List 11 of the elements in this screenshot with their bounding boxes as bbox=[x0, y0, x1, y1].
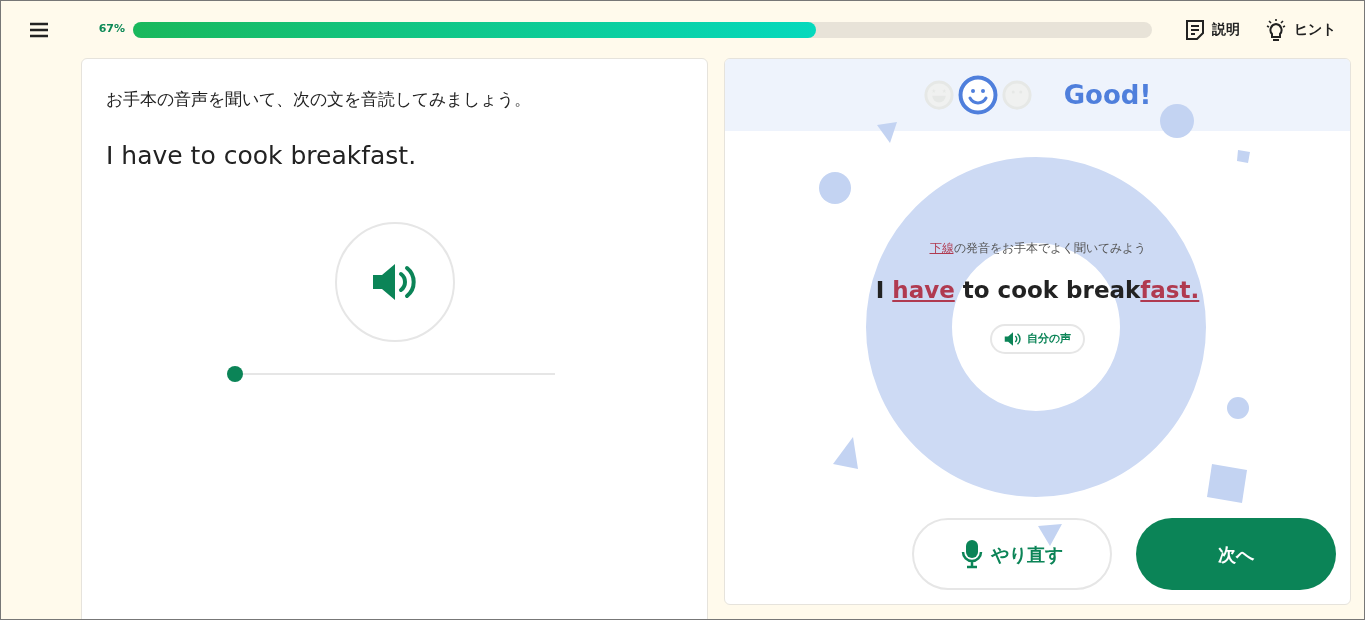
sentence-text: I have to cook breakfast. bbox=[106, 139, 418, 172]
own-voice-button[interactable]: 自分の声 bbox=[990, 323, 1085, 354]
retry-button[interactable]: やり直す bbox=[912, 518, 1112, 590]
rating-text: Good! bbox=[1063, 78, 1152, 112]
instruction-text: お手本の音声を聞いて、次の文を音読してみましょう。 bbox=[106, 88, 532, 111]
manual-button[interactable]: 説明 bbox=[1184, 17, 1240, 42]
result-sentence: I have to cook breakfast. bbox=[874, 276, 1201, 305]
next-button[interactable]: 次へ bbox=[1136, 518, 1336, 590]
progress-percent: 67% bbox=[97, 21, 126, 38]
hint-button[interactable]: ヒント bbox=[1264, 17, 1336, 42]
pronunciation-note: 下線の発音をお手本でよく聞いてみよう bbox=[928, 240, 1147, 257]
